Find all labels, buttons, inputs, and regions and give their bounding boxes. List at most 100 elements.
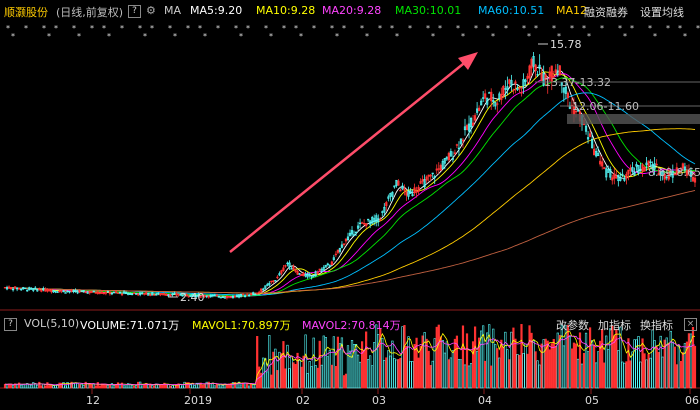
volume-bar bbox=[334, 365, 337, 389]
switch-indicator-button[interactable]: 换指标 bbox=[640, 317, 673, 333]
star-marker: * bbox=[600, 24, 604, 33]
add-indicator-button[interactable]: 加指标 bbox=[598, 317, 631, 333]
volume-bar bbox=[558, 335, 561, 389]
candle-body bbox=[227, 296, 231, 298]
star-marker: * bbox=[648, 24, 652, 33]
star-marker: * bbox=[11, 32, 15, 41]
volume-bar bbox=[435, 326, 438, 389]
candle-body bbox=[500, 93, 503, 101]
candle-body bbox=[593, 148, 596, 156]
candle-body bbox=[496, 103, 499, 105]
volume-bar bbox=[308, 361, 311, 389]
volume-bar bbox=[298, 360, 301, 389]
candle-body bbox=[453, 152, 457, 154]
volume-bar bbox=[494, 344, 497, 389]
star-marker: * bbox=[491, 32, 495, 41]
volume-bar bbox=[441, 340, 444, 389]
candle-body bbox=[379, 219, 382, 221]
volume-bar bbox=[116, 382, 120, 389]
candle-body bbox=[603, 167, 606, 169]
candle-body bbox=[260, 288, 263, 292]
volume-bar bbox=[38, 381, 41, 389]
candle-body bbox=[98, 292, 101, 294]
volume-bar bbox=[427, 350, 430, 389]
close-icon[interactable]: × bbox=[684, 318, 697, 331]
volume-bar bbox=[294, 363, 297, 389]
candle-body bbox=[116, 292, 120, 294]
volume-bar bbox=[316, 367, 319, 389]
volume-bar bbox=[669, 330, 672, 389]
star-marker: * bbox=[198, 24, 202, 33]
candle-body bbox=[318, 268, 321, 271]
volume-bar bbox=[417, 357, 420, 389]
candle-body bbox=[46, 289, 49, 292]
volume-bar bbox=[562, 345, 565, 389]
star-marker: * bbox=[426, 24, 430, 33]
star-marker: * bbox=[390, 24, 394, 33]
volume-bar bbox=[300, 366, 303, 389]
candle-body bbox=[153, 294, 156, 296]
candle-body bbox=[437, 168, 440, 170]
volume-bar bbox=[165, 384, 168, 389]
volume-bar bbox=[411, 361, 414, 389]
candle-body bbox=[114, 291, 118, 293]
volume-bar bbox=[621, 361, 624, 389]
volume-bar bbox=[371, 365, 374, 389]
volume-bar bbox=[322, 335, 325, 389]
candle-body bbox=[601, 161, 604, 167]
candle-body bbox=[413, 187, 416, 194]
volume-bar bbox=[560, 324, 563, 389]
volume-bar bbox=[48, 385, 51, 389]
volume-bar bbox=[264, 358, 267, 389]
candle-body bbox=[300, 273, 303, 276]
volume-bar bbox=[250, 383, 253, 389]
volume-bar bbox=[209, 383, 212, 389]
volume-bar bbox=[310, 366, 313, 389]
volume-bar bbox=[536, 360, 539, 389]
volume-bar bbox=[139, 381, 142, 389]
star-marker: * bbox=[527, 32, 531, 41]
star-marker: * bbox=[534, 24, 538, 33]
trend-arrow-line bbox=[229, 59, 469, 253]
volume-bar bbox=[318, 340, 321, 389]
volume-bar bbox=[457, 359, 461, 389]
change-params-button[interactable]: 改参数 bbox=[556, 317, 589, 333]
volume-bar bbox=[514, 338, 517, 389]
candle-body bbox=[439, 165, 442, 171]
candle-body bbox=[427, 174, 430, 177]
volume-bar bbox=[572, 342, 576, 389]
candle-body bbox=[60, 290, 63, 292]
star-marker: * bbox=[378, 24, 382, 33]
candle-body bbox=[104, 291, 107, 294]
volume-bar bbox=[584, 332, 588, 389]
volume-bar bbox=[651, 329, 654, 389]
volume-bar bbox=[687, 333, 691, 389]
candle-body bbox=[360, 222, 364, 224]
candle-body bbox=[528, 65, 531, 78]
volume-bar bbox=[609, 328, 612, 389]
candle-body bbox=[512, 89, 515, 91]
volume-bar bbox=[475, 351, 479, 389]
candle-body bbox=[502, 85, 505, 96]
candlesticks bbox=[3, 51, 697, 300]
candle-body bbox=[282, 267, 285, 272]
star-marker: * bbox=[24, 24, 28, 33]
volume-bar bbox=[336, 336, 340, 389]
candle-body bbox=[435, 168, 438, 171]
candle-body bbox=[615, 176, 618, 179]
candle-body bbox=[471, 122, 475, 126]
volume-help-icon[interactable]: ? bbox=[4, 318, 17, 331]
star-marker: * bbox=[618, 24, 622, 33]
candle-body bbox=[149, 294, 152, 296]
volume-bar bbox=[399, 357, 402, 389]
volume-bar bbox=[673, 346, 676, 389]
star-marker: * bbox=[107, 32, 111, 41]
candle-body bbox=[161, 292, 164, 295]
candle-body bbox=[294, 269, 297, 272]
volume-bar bbox=[463, 364, 467, 389]
volume-bar bbox=[28, 383, 31, 389]
x-label-dec: 12 bbox=[86, 394, 100, 407]
volume-bar bbox=[522, 353, 525, 389]
volume-bar bbox=[683, 343, 687, 389]
star-marker: * bbox=[234, 24, 238, 33]
